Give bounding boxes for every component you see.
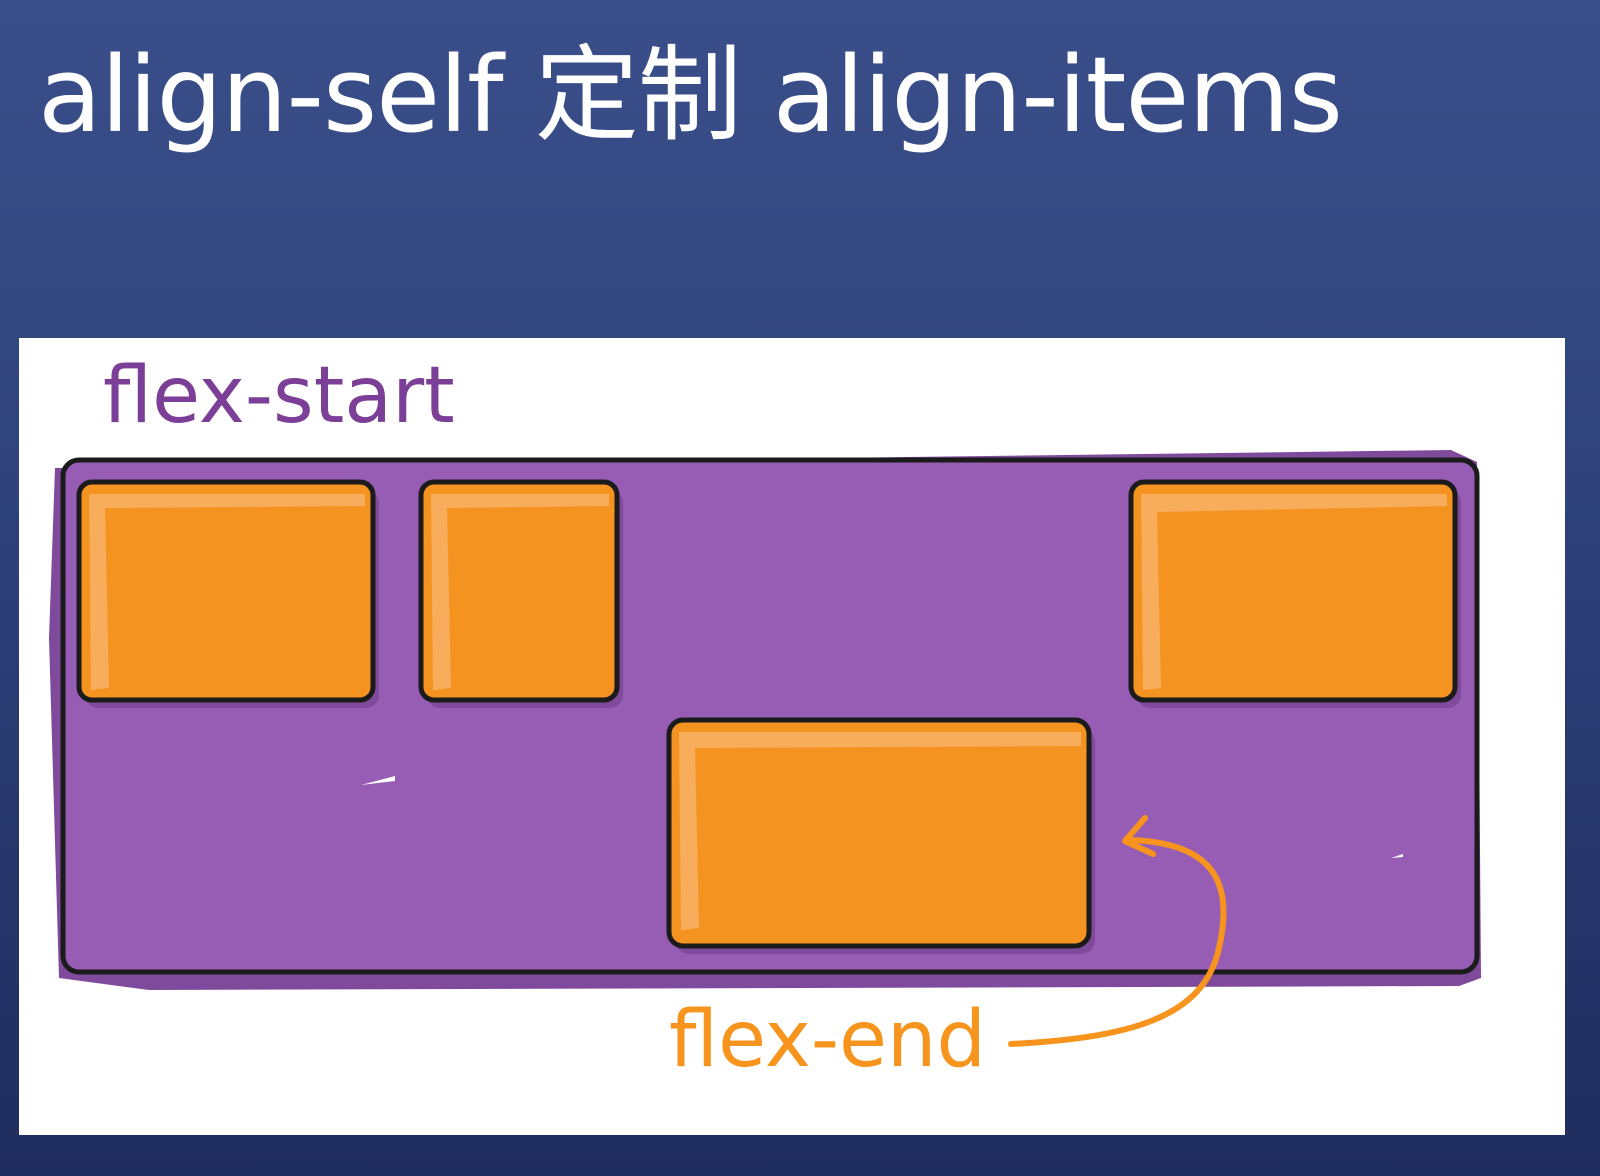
flex-end-label: flex-end	[669, 995, 986, 1085]
flex-item-4	[1128, 479, 1461, 708]
diagram-panel: flex-start flex-end	[19, 338, 1565, 1135]
flex-item-2	[418, 479, 623, 708]
flex-item-1	[76, 479, 379, 708]
flex-start-label: flex-start	[103, 351, 455, 441]
flex-item-align-self-end	[666, 717, 1095, 954]
slide-title: align-self 定制 align-items	[38, 34, 1343, 156]
align-self-diagram: flex-start flex-end	[49, 351, 1481, 1085]
